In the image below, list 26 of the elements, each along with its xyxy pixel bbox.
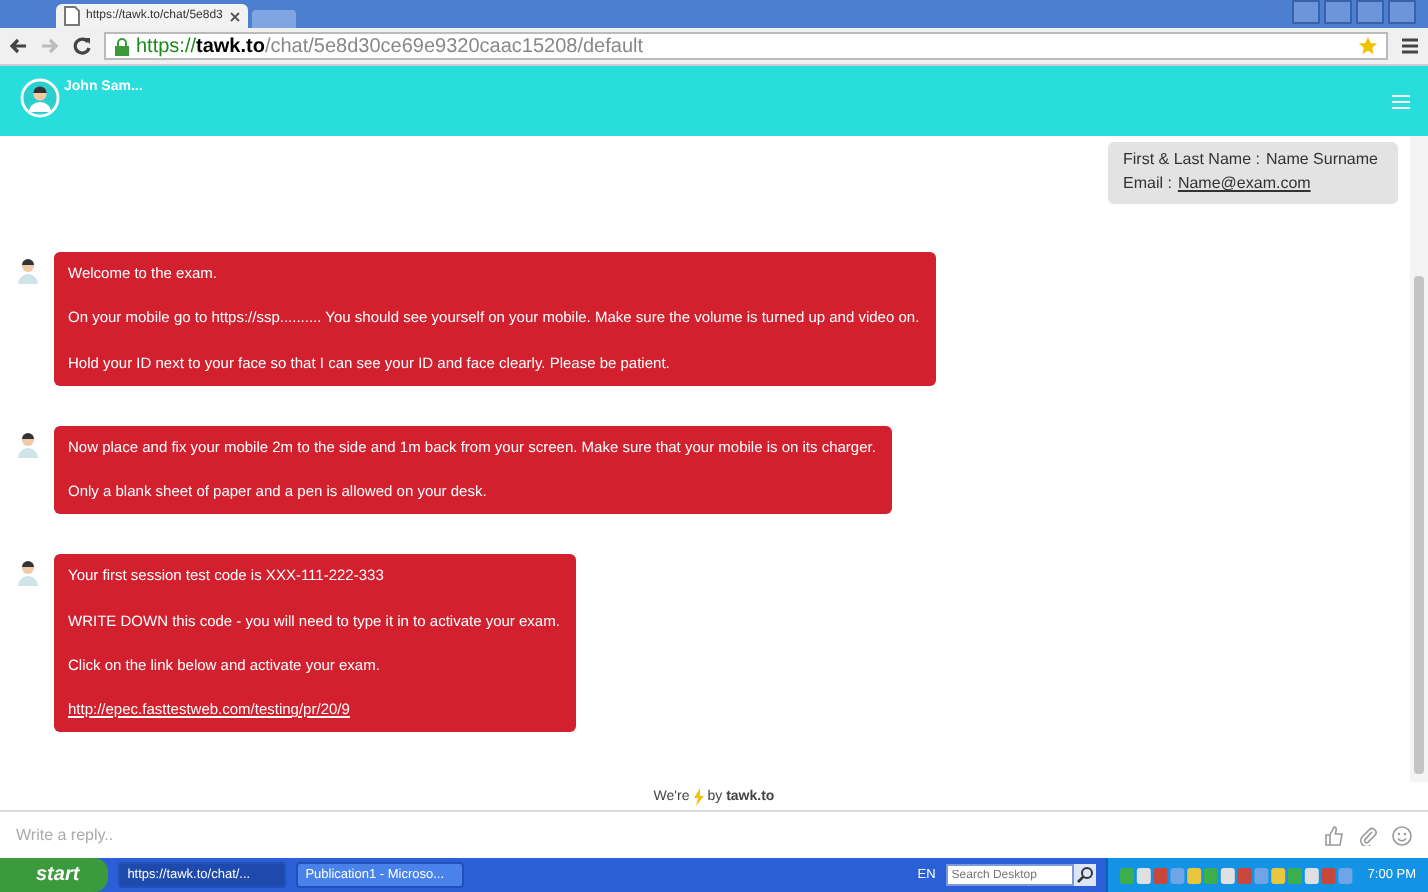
lock-icon: [114, 37, 130, 55]
page-icon: [64, 6, 80, 26]
lightning-icon: [693, 787, 704, 805]
back-icon[interactable]: [8, 36, 28, 56]
search-icon[interactable]: [1073, 864, 1096, 886]
scrollbar[interactable]: [1410, 136, 1428, 782]
star-icon[interactable]: [1358, 36, 1378, 56]
url-text: https://tawk.to/chat/5e8d30ce69e9320caac15208/default: [136, 35, 646, 57]
avatar-icon: [20, 78, 60, 118]
field-value: Name Surname: [1265, 148, 1378, 172]
email-link[interactable]: Name@exam.com: [1177, 172, 1311, 196]
smiley-icon[interactable]: [1392, 825, 1412, 845]
forward-icon[interactable]: [40, 36, 60, 56]
agent-avatar-icon: [16, 258, 40, 284]
field-label: Email :: [1123, 172, 1172, 196]
menu-icon[interactable]: [1400, 36, 1420, 56]
tray-icons-drawing[interactable]: [1119, 865, 1356, 885]
reload-icon[interactable]: [72, 36, 92, 56]
agent-avatar-icon: [16, 431, 40, 458]
reply-input[interactable]: Write a reply..: [16, 826, 1310, 844]
agent-avatar-icon: [16, 560, 40, 587]
address-bar[interactable]: https://tawk.to/chat/5e8d30ce69e9320caac15208/default: [104, 32, 1388, 60]
start-button[interactable]: start: [0, 858, 108, 892]
paperclip-icon[interactable]: [1358, 825, 1378, 845]
field-label: First & Last Name :: [1123, 148, 1260, 172]
thumbs-up-icon[interactable]: [1324, 825, 1344, 845]
